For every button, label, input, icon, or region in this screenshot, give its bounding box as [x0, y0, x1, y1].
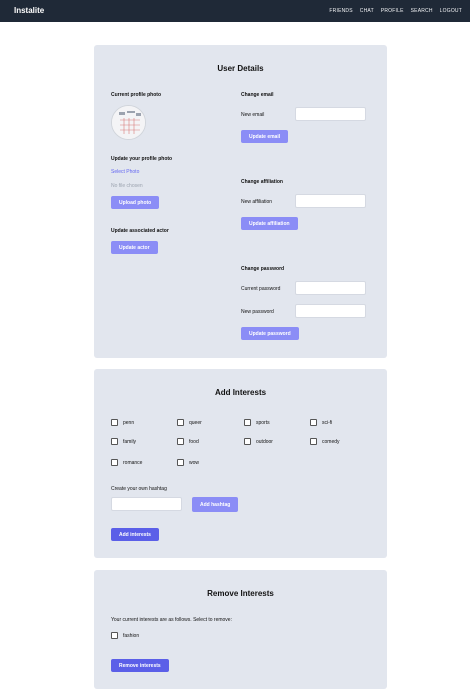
checkbox-label: queer — [189, 419, 202, 426]
add-hashtag-button[interactable]: Add hashtag — [192, 497, 239, 512]
new-password-input[interactable] — [295, 304, 366, 318]
update-photo-label: Update your profile photo — [111, 156, 173, 162]
checkbox-label: family — [123, 438, 137, 445]
checkbox-label: fashion — [123, 632, 140, 639]
no-file-chosen-text: No file chosen — [111, 183, 143, 189]
checkbox-icon[interactable] — [310, 438, 317, 445]
remove-interests-title: Remove Interests — [207, 589, 274, 598]
checkbox-icon[interactable] — [111, 632, 118, 639]
checkbox-label: sci-fi — [322, 419, 333, 426]
checkbox-icon[interactable] — [111, 419, 118, 426]
nav-search[interactable]: SEARCH — [411, 8, 433, 14]
interest-checkbox-sci-fi[interactable]: sci-fi — [310, 419, 332, 426]
profile-photo — [111, 105, 146, 140]
add-interests-title: Add Interests — [214, 388, 267, 397]
interest-checkbox-sports[interactable]: sports — [244, 419, 270, 426]
new-password-label: New password — [241, 309, 274, 315]
checkbox-label: wow — [189, 459, 200, 466]
checkbox-icon[interactable] — [244, 419, 251, 426]
new-affiliation-input[interactable] — [295, 194, 366, 208]
add-interests-card: Add Interests penn queer sports sci-fi f… — [94, 369, 387, 558]
change-email-label: Change email — [241, 92, 274, 98]
update-actor-button[interactable]: Update actor — [111, 241, 158, 254]
new-email-input[interactable] — [295, 107, 366, 121]
checkbox-icon[interactable] — [310, 419, 317, 426]
select-photo-link[interactable]: Select Photo — [111, 169, 139, 175]
current-password-label: Current password — [241, 286, 281, 292]
new-email-label: New email — [241, 112, 265, 118]
nav-links: FRIENDS CHAT PROFILE SEARCH LOGOUT — [329, 8, 462, 14]
interest-checkbox-queer[interactable]: queer — [177, 419, 202, 426]
current-password-input[interactable] — [295, 281, 366, 295]
interest-checkbox-outdoor[interactable]: outdoor — [244, 438, 273, 445]
checkbox-label: romance — [123, 459, 143, 466]
new-affiliation-label: New affiliation — [241, 199, 273, 205]
interest-checkbox-penn[interactable]: penn — [111, 419, 134, 426]
nav-friends[interactable]: FRIENDS — [329, 8, 352, 14]
nav-chat[interactable]: CHAT — [360, 8, 374, 14]
checkbox-icon[interactable] — [111, 438, 118, 445]
change-affiliation-label: Change affiliation — [241, 179, 283, 185]
checkbox-label: sports — [256, 419, 270, 426]
checkbox-icon[interactable] — [177, 419, 184, 426]
interest-checkbox-comedy[interactable]: comedy — [310, 438, 340, 445]
checkbox-label: food — [189, 438, 199, 445]
remove-checkbox-fashion[interactable]: fashion — [111, 632, 139, 639]
add-interests-button[interactable]: Add interests — [111, 528, 159, 541]
interest-checkbox-family[interactable]: family — [111, 438, 136, 445]
upload-photo-button[interactable]: Upload photo — [111, 196, 160, 209]
nav-profile[interactable]: PROFILE — [381, 8, 404, 14]
remove-interests-button[interactable]: Remove interests — [111, 659, 169, 672]
checkbox-label: penn — [123, 419, 135, 426]
interest-checkbox-food[interactable]: food — [177, 438, 199, 445]
top-nav-bar: Instalite FRIENDS CHAT PROFILE SEARCH LO… — [0, 0, 470, 22]
associated-actor-label: Update associated actor — [111, 228, 169, 234]
profile-photo-image — [112, 106, 145, 139]
interest-checkbox-romance[interactable]: romance — [111, 459, 142, 466]
update-affiliation-button[interactable]: Update affiliation — [241, 217, 298, 230]
remove-interests-description: Your current interests are as follows. S… — [111, 617, 232, 623]
checkbox-label: comedy — [322, 438, 340, 445]
change-password-label: Change password — [241, 266, 285, 272]
current-photo-label: Current profile photo — [111, 92, 161, 98]
user-details-title: User Details — [217, 64, 264, 73]
interest-checkbox-wow[interactable]: wow — [177, 459, 199, 466]
nav-logout[interactable]: LOGOUT — [440, 8, 462, 14]
hashtag-input[interactable] — [111, 497, 182, 511]
checkbox-icon[interactable] — [111, 459, 118, 466]
checkbox-icon[interactable] — [244, 438, 251, 445]
checkbox-icon[interactable] — [177, 459, 184, 466]
checkbox-label: outdoor — [256, 438, 273, 445]
user-details-card: User Details Current profile photo Updat… — [94, 45, 387, 358]
update-password-button[interactable]: Update password — [241, 327, 299, 340]
hashtag-label: Create your own hashtag — [111, 486, 167, 492]
update-email-button[interactable]: Update email — [241, 130, 289, 143]
checkbox-icon[interactable] — [177, 438, 184, 445]
brand-logo[interactable]: Instalite — [14, 6, 44, 15]
remove-interests-card: Remove Interests Your current interests … — [94, 570, 387, 689]
